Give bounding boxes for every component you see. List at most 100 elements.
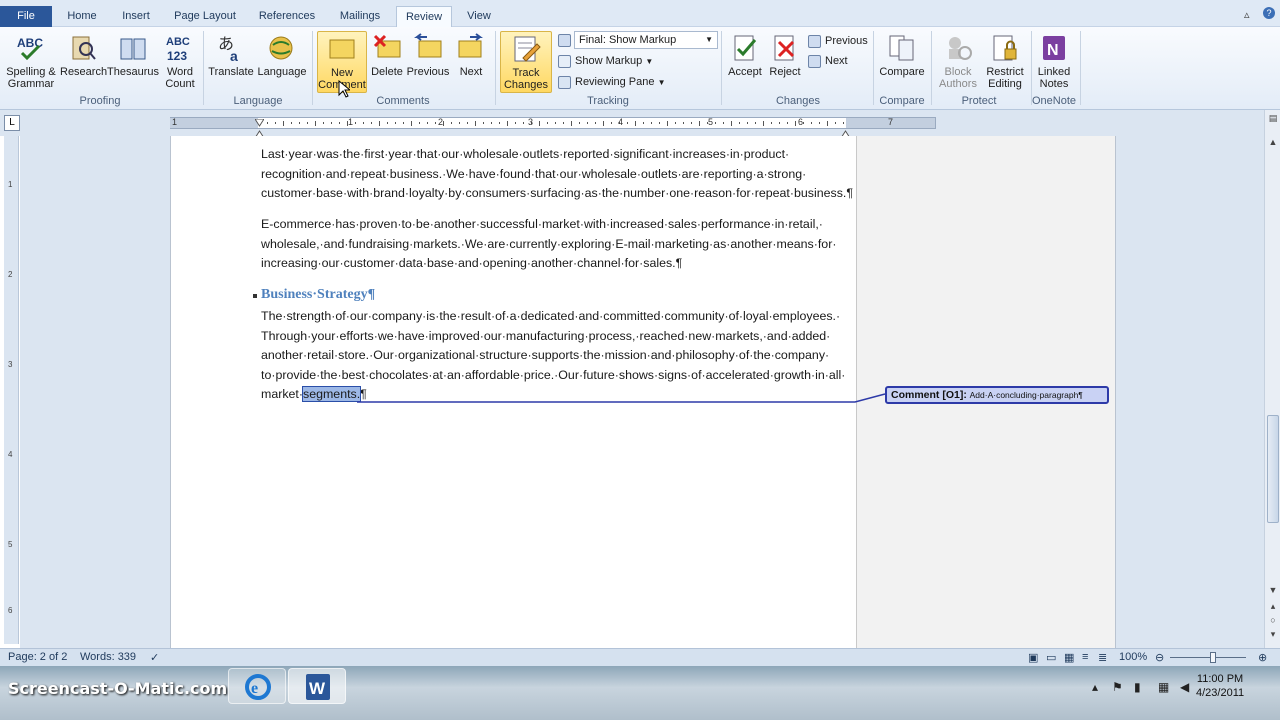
zoom-in-icon[interactable]: ⊕ xyxy=(1258,651,1267,664)
print-layout-icon[interactable]: ▣ xyxy=(1028,651,1038,664)
text-line: customer·base·with·brand·loyalty·by·cons… xyxy=(261,186,853,200)
volume-icon[interactable]: ◀ xyxy=(1180,680,1189,694)
tab-page-layout[interactable]: Page Layout xyxy=(166,6,244,27)
minimize-ribbon-icon[interactable]: ▵ xyxy=(1244,8,1250,21)
horizontal-ruler[interactable] xyxy=(170,117,936,129)
ruler-tick xyxy=(827,121,828,126)
comments-group-label: Comments xyxy=(376,95,430,107)
vertical-ruler[interactable]: 1 2 3 4 5 6 xyxy=(4,136,19,644)
track-changes-icon xyxy=(514,36,541,62)
display-for-review-select[interactable]: Final: Show Markup ▼ xyxy=(574,31,718,49)
full-screen-reading-icon[interactable]: ▭ xyxy=(1046,651,1056,664)
scrollbar-thumb[interactable] xyxy=(1267,415,1279,523)
show-hidden-icons[interactable]: ▴ xyxy=(1092,680,1098,694)
spelling-grammar-button[interactable]: ABC Spelling & Grammar xyxy=(4,33,58,90)
onenote-group-label: OneNote xyxy=(1031,95,1077,107)
ribbon: ABC Spelling & Grammar Research Thesauru… xyxy=(0,27,1280,110)
comment-connector-line xyxy=(357,393,886,403)
tab-file[interactable]: File xyxy=(0,6,52,27)
chevron-down-icon: ▼ xyxy=(705,35,713,44)
comment-label: Comment [O1]: xyxy=(891,389,967,401)
show-markup-button[interactable]: Show Markup ▼ xyxy=(558,53,653,69)
commented-text-selection[interactable]: segments. xyxy=(301,386,362,402)
language-button[interactable]: Language xyxy=(256,33,308,78)
ruler-tick xyxy=(739,122,740,124)
heading-business-strategy[interactable]: Business·Strategy¶ xyxy=(261,287,375,303)
zoom-level[interactable]: 100% xyxy=(1119,651,1147,663)
previous-change-icon xyxy=(808,34,821,48)
zoom-out-icon[interactable]: ⊖ xyxy=(1155,651,1164,664)
paragraph[interactable]: Last·year·was·the·first·year·that·our·wh… xyxy=(261,145,861,204)
tab-view[interactable]: View xyxy=(458,6,500,27)
next-comment-icon xyxy=(458,33,483,58)
next-comment-button[interactable]: Next xyxy=(452,33,490,78)
block-authors-button[interactable]: Block Authors xyxy=(934,33,982,90)
scroll-down-icon[interactable]: ▼ xyxy=(1267,584,1279,596)
block-authors-icon xyxy=(949,37,972,60)
ruler-toggle-icon[interactable]: ▤ xyxy=(1267,112,1279,124)
proofing-check-icon[interactable]: ✓ xyxy=(150,651,159,664)
research-button[interactable]: Research xyxy=(60,33,107,78)
browse-object-icon[interactable]: ○ xyxy=(1267,614,1279,626)
accept-button[interactable]: Accept xyxy=(725,33,765,78)
word-count[interactable]: Words: 339 xyxy=(80,651,136,663)
system-clock[interactable]: 11:00 PM 4/23/2011 xyxy=(1196,672,1244,700)
ruler-tick xyxy=(747,122,748,124)
track-changes-button[interactable]: Track Changes xyxy=(500,31,552,93)
hanging-indent-marker[interactable] xyxy=(254,125,265,139)
thesaurus-button[interactable]: Thesaurus xyxy=(106,33,160,78)
tab-review[interactable]: Review xyxy=(396,6,452,28)
right-indent-marker[interactable] xyxy=(840,125,851,139)
text-line: Through·your·efforts·we·have·improved·ou… xyxy=(261,328,831,343)
ruler-tick xyxy=(267,122,268,124)
ruler-tick xyxy=(595,122,596,124)
separator xyxy=(873,31,874,105)
web-layout-icon[interactable]: ▦ xyxy=(1064,651,1074,664)
next-page-icon[interactable]: ▾ xyxy=(1267,628,1279,640)
previous-page-icon[interactable]: ▴ xyxy=(1267,600,1279,612)
zoom-slider-thumb[interactable] xyxy=(1210,652,1216,663)
ruler-tick xyxy=(451,122,452,124)
tab-home[interactable]: Home xyxy=(56,6,108,27)
next-label: Next xyxy=(459,66,483,78)
page-count[interactable]: Page: 2 of 2 xyxy=(8,651,67,663)
display-for-review-icon xyxy=(558,32,575,48)
comment-balloon[interactable]: Comment [O1]: Add·A·concluding·paragraph… xyxy=(885,386,1109,404)
internet-explorer-taskbar-button[interactable]: e xyxy=(228,668,286,704)
next-change-button[interactable]: Next xyxy=(808,53,848,69)
network-flag-icon[interactable]: ⚑ xyxy=(1112,680,1123,694)
translate-button[interactable]: あa Translate xyxy=(206,33,256,78)
ruler-tick xyxy=(651,122,652,124)
word-taskbar-button[interactable]: W xyxy=(288,668,346,704)
vertical-scrollbar[interactable]: ▤ ▲ ▼ ▴ ○ ▾ xyxy=(1264,110,1280,648)
ruler-tick xyxy=(371,122,372,124)
help-icon[interactable]: ? xyxy=(1263,7,1275,19)
ruler-tick xyxy=(419,122,420,124)
tab-mailings[interactable]: Mailings xyxy=(330,6,390,27)
accept-label: Accept xyxy=(728,66,762,78)
comment-text[interactable]: Add·A·concluding·paragraph¶ xyxy=(970,390,1083,400)
draft-icon[interactable]: ≣ xyxy=(1098,651,1107,664)
ruler-tick xyxy=(675,122,676,124)
ruler-tick xyxy=(699,121,700,126)
scroll-up-icon[interactable]: ▲ xyxy=(1267,136,1279,148)
network-icon[interactable]: ▦ xyxy=(1158,680,1169,694)
reject-button[interactable]: Reject xyxy=(766,33,804,78)
word-count-button[interactable]: ABC 123 Word Count xyxy=(160,33,200,90)
compare-button[interactable]: Compare xyxy=(878,33,926,78)
first-line-indent-marker[interactable] xyxy=(254,114,265,127)
outline-icon[interactable]: ≡ xyxy=(1082,651,1088,663)
tab-insert[interactable]: Insert xyxy=(112,6,160,27)
tab-references[interactable]: References xyxy=(252,6,322,27)
previous-comment-button[interactable]: Previous xyxy=(406,33,450,78)
delete-comment-button[interactable]: Delete xyxy=(368,33,406,78)
new-comment-icon xyxy=(329,39,355,59)
power-icon[interactable]: ▮ xyxy=(1134,680,1141,694)
previous-change-button[interactable]: Previous xyxy=(808,33,868,49)
restrict-editing-button[interactable]: Restrict Editing xyxy=(982,33,1028,90)
paragraph[interactable]: E-commerce·has·proven·to·be·another·succ… xyxy=(261,215,861,274)
zoom-slider-track[interactable] xyxy=(1170,657,1246,658)
reviewing-pane-button[interactable]: Reviewing Pane ▼ xyxy=(558,74,665,90)
tab-selector-button[interactable]: L xyxy=(4,115,20,131)
linked-notes-button[interactable]: N Linked Notes xyxy=(1032,33,1076,90)
